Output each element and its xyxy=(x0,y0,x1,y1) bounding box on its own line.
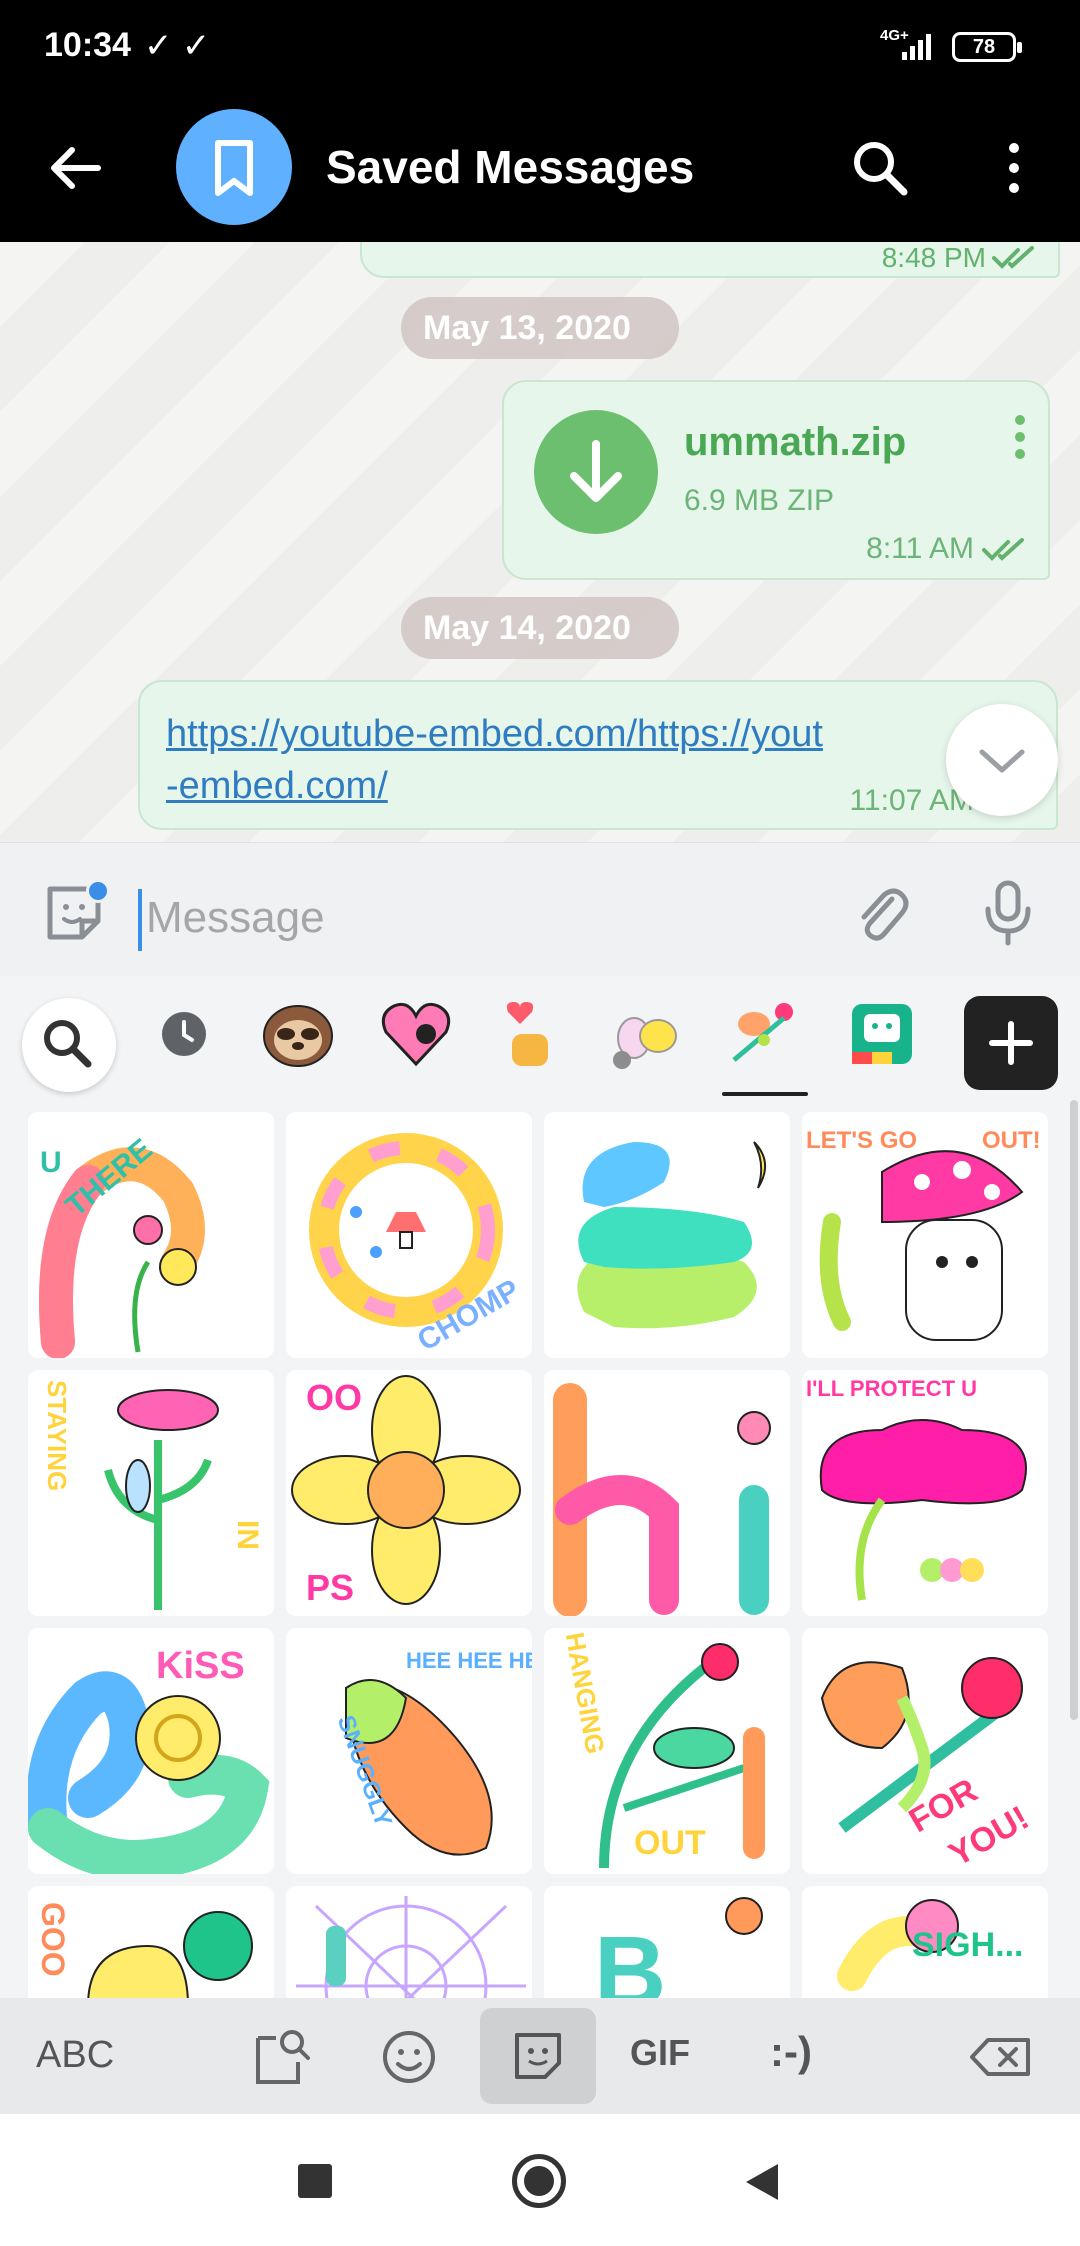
sticker-b[interactable]: B xyxy=(544,1886,790,1998)
status-check-icons: ✓ ✓ xyxy=(144,27,211,65)
sticker-text: SIGH... xyxy=(912,1926,1023,1964)
arrow-back-icon[interactable] xyxy=(40,132,112,204)
sticker-text: U xyxy=(40,1146,62,1179)
message-time: 8:48 PM xyxy=(881,242,986,273)
new-stickers-badge xyxy=(86,879,110,903)
keyboard-sticker-tab[interactable] xyxy=(480,2008,596,2104)
sticker-panel: U THERE CHOMP LET'S GO OUT! STAYING IN O… xyxy=(0,976,1080,1998)
link-message[interactable]: https://youtube-embed.com/https://yout -… xyxy=(138,680,1058,830)
sticker-text: OUT xyxy=(634,1824,706,1862)
sticker-text: OO xyxy=(306,1377,362,1418)
chevron-down-icon xyxy=(979,749,1025,773)
sticker-hi[interactable]: hi xyxy=(544,1370,790,1616)
sticker-text: OUT! xyxy=(982,1127,1041,1154)
keyboard-toolbar: ABC GIF :-) xyxy=(0,1998,1080,2114)
double-check-icon xyxy=(992,246,1034,269)
sticker-kiss[interactable]: KiSS xyxy=(28,1628,274,1874)
flower-caterpillar-sticker-pack-tab[interactable] xyxy=(724,994,804,1074)
more-vertical-icon[interactable] xyxy=(996,136,1032,200)
message-link[interactable]: https://youtube-embed.com/https://yout -… xyxy=(166,708,966,812)
recent-apps-icon[interactable] xyxy=(298,2164,332,2198)
sticker-web[interactable] xyxy=(286,1886,532,1998)
sticker-good[interactable]: GOO xyxy=(28,1886,274,1998)
sticker-oops[interactable]: OO PS xyxy=(286,1370,532,1616)
chat-area[interactable]: 8:48 PM May 13, 2020 ummath.zip 6.9 MB Z… xyxy=(0,242,1080,842)
search-icon xyxy=(44,1020,92,1068)
face-sticker-pack-tab[interactable] xyxy=(842,994,922,1074)
sticker-text: KiSS xyxy=(156,1645,245,1687)
system-nav-bar xyxy=(0,2114,1080,2246)
paperclip-icon[interactable] xyxy=(848,881,912,945)
chat-title[interactable]: Saved Messages xyxy=(326,140,694,194)
file-menu-icon[interactable] xyxy=(1012,412,1028,462)
emoticon-button[interactable]: :-) xyxy=(770,2028,812,2076)
message-time: 8:11 AM xyxy=(866,532,974,565)
sticker-pack-tabs xyxy=(0,976,1080,1096)
file-size: 6.9 MB ZIP xyxy=(684,484,835,517)
download-icon xyxy=(570,440,622,502)
battery-icon: 78 xyxy=(952,32,1022,62)
heart-sticker-pack-tab[interactable] xyxy=(376,994,456,1074)
avatar[interactable] xyxy=(176,109,292,225)
sticker-chomp[interactable]: CHOMP xyxy=(286,1112,532,1358)
bookmark-icon xyxy=(215,140,253,196)
home-icon[interactable] xyxy=(512,2154,566,2208)
bunny-cat-sticker-pack-tab[interactable] xyxy=(606,994,686,1074)
message-bubble[interactable]: 8:48 PM xyxy=(360,242,1060,278)
sticker-text: STAYING xyxy=(42,1380,72,1491)
sticker-text: IN xyxy=(231,1520,264,1550)
plus-icon xyxy=(989,1021,1033,1065)
search-icon[interactable] xyxy=(848,136,912,200)
active-tab-indicator xyxy=(722,1092,808,1096)
sticker-text: hi xyxy=(544,1370,546,1371)
sticker-icon xyxy=(515,2033,561,2079)
download-button[interactable] xyxy=(534,410,658,534)
signal-icon xyxy=(902,34,931,60)
recent-clock-icon[interactable] xyxy=(144,994,224,1074)
sticker-text: PS xyxy=(306,1567,354,1608)
double-check-icon xyxy=(982,538,1024,561)
emoji-icon[interactable] xyxy=(374,2022,444,2092)
clipboard-search-icon[interactable] xyxy=(246,2022,316,2092)
gif-button[interactable]: GIF xyxy=(630,2032,690,2074)
scroll-down-button[interactable] xyxy=(946,704,1058,816)
sticker-u-there[interactable]: U THERE xyxy=(28,1112,274,1358)
sticker-staying-in[interactable]: STAYING IN xyxy=(28,1370,274,1616)
file-name[interactable]: ummath.zip xyxy=(684,420,906,465)
text-cursor xyxy=(138,889,142,951)
keyboard-abc-button[interactable]: ABC xyxy=(36,2034,114,2077)
date-separator: May 14, 2020 xyxy=(401,597,679,659)
sticker-sigh[interactable]: SIGH... xyxy=(802,1886,1048,1998)
sticker-for-you[interactable]: FOR YOU! xyxy=(802,1628,1048,1874)
sticker-text: HEE HEE HEE xyxy=(406,1648,532,1673)
backspace-icon[interactable] xyxy=(966,2022,1036,2092)
file-message[interactable]: ummath.zip 6.9 MB ZIP 8:11 AM xyxy=(502,380,1050,580)
message-input-bar xyxy=(0,842,1080,976)
sticker-text: I'LL PROTECT U xyxy=(806,1376,977,1401)
sticker-sleepy-worms[interactable] xyxy=(544,1112,790,1358)
sticker-grid: U THERE CHOMP LET'S GO OUT! STAYING IN O… xyxy=(28,1112,1052,1998)
status-time: 10:34 xyxy=(44,26,131,64)
sticker-text: B xyxy=(594,1916,666,1998)
sticker-search-button[interactable] xyxy=(22,998,116,1092)
sticker-snuggly[interactable]: HEE HEE HEE SNUGGLY xyxy=(286,1628,532,1874)
back-icon[interactable] xyxy=(742,2160,782,2204)
sloth-sticker-pack-tab[interactable] xyxy=(258,994,338,1074)
sticker-scrollbar[interactable] xyxy=(1070,1100,1078,1720)
sticker-text: LET'S GO xyxy=(806,1127,917,1154)
app-header: Saved Messages xyxy=(0,96,1080,242)
status-bar: 10:34 ✓ ✓ 4G+ 78 xyxy=(0,0,1080,96)
microphone-icon[interactable] xyxy=(978,879,1038,947)
sticker-ill-protect-u[interactable]: I'LL PROTECT U xyxy=(802,1370,1048,1616)
sticker-hanging-out[interactable]: HANGING OUT xyxy=(544,1628,790,1874)
sticker-text: GOO xyxy=(35,1902,71,1977)
sticker-text: HANGING xyxy=(560,1630,611,1756)
message-input[interactable] xyxy=(146,883,646,953)
date-separator: May 13, 2020 xyxy=(401,297,679,359)
add-sticker-pack-button[interactable] xyxy=(964,996,1058,1090)
sticker-lets-go-out[interactable]: LET'S GO OUT! xyxy=(802,1112,1048,1358)
hand-heart-sticker-pack-tab[interactable] xyxy=(490,994,570,1074)
